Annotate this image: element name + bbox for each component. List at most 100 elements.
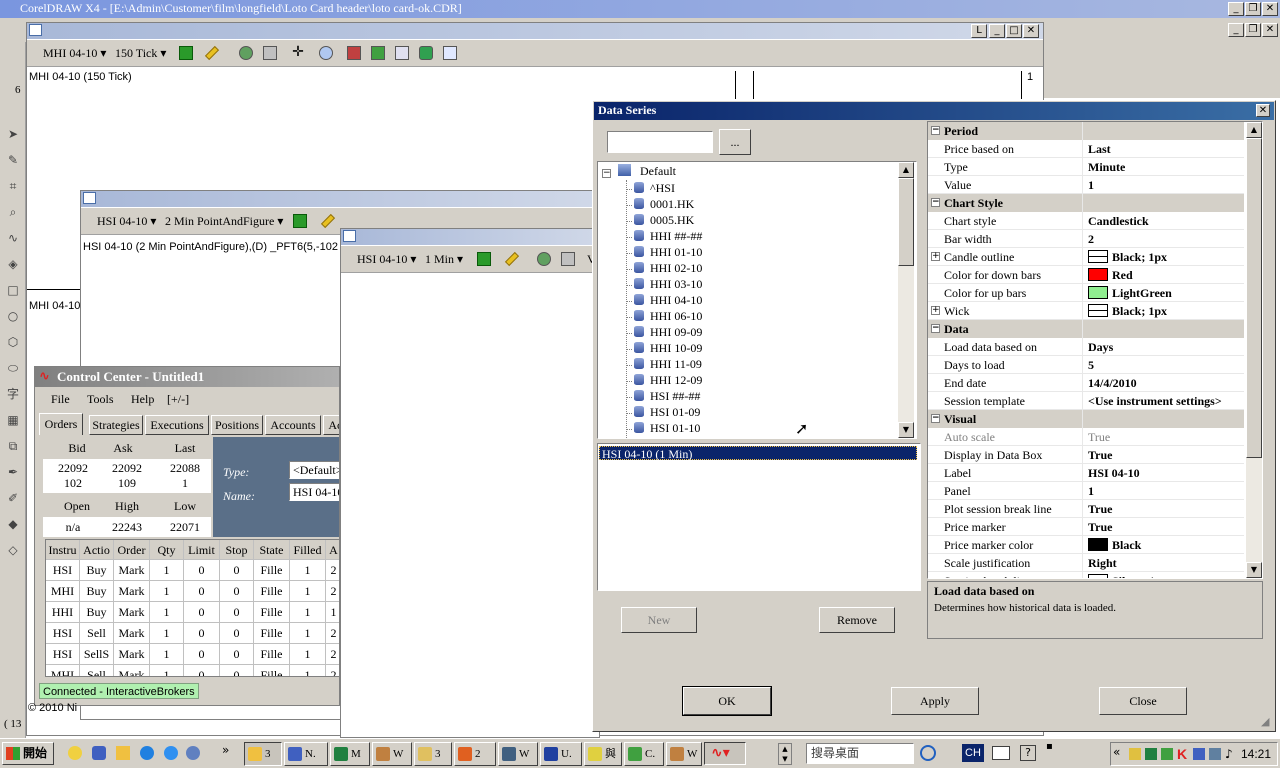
taskbar-button[interactable]: 2 (454, 742, 496, 766)
orders-column-header[interactable]: Instru (46, 540, 80, 560)
doc-restore-button[interactable]: ❐ (1245, 23, 1261, 37)
window-linking-icon[interactable] (443, 46, 457, 60)
new-button[interactable]: New (621, 607, 697, 633)
property-row[interactable]: Session template <Use instrument settings… (928, 392, 1244, 410)
orders-cell[interactable]: 1 (290, 560, 326, 581)
taskbar-button[interactable]: M (330, 742, 370, 766)
menu-expand[interactable]: [+/-] (167, 392, 189, 407)
corel-restore-button[interactable]: ❐ (1245, 2, 1261, 16)
property-row[interactable]: Label HSI 04-10 (928, 464, 1244, 482)
shape-tool-icon[interactable]: ✎ (5, 152, 21, 168)
table-tool-icon[interactable]: ▦ (5, 412, 21, 428)
tree-scroll-thumb[interactable] (898, 178, 914, 266)
chart-main-maximize-button[interactable]: □ (1006, 24, 1022, 38)
orders-cell[interactable]: 0 (184, 644, 220, 665)
outline-tool-icon[interactable]: ✐ (5, 490, 21, 506)
taskbar-button[interactable]: 與 (584, 742, 622, 766)
orders-cell[interactable]: Fille (254, 623, 290, 644)
property-row[interactable]: Price marker color Black (928, 536, 1244, 554)
property-row[interactable]: Panel 1 (928, 482, 1244, 500)
language-indicator[interactable]: CH (962, 744, 984, 762)
chart-second-instrument-selector[interactable]: HSI 04-10 ▾ (97, 209, 156, 233)
start-button[interactable]: 開始 (2, 742, 54, 765)
tree-item[interactable]: HHI 03-10 (626, 276, 702, 292)
property-scrollbar[interactable]: ▲ ▼ (1246, 122, 1262, 578)
property-row[interactable]: + Wick Black; 1px (928, 302, 1244, 320)
pick-tool-icon[interactable]: ➤ (5, 126, 21, 142)
doc-minimize-button[interactable]: _ (1228, 23, 1244, 37)
property-row[interactable]: Plot session break line True (928, 500, 1244, 518)
tab-executions[interactable]: Executions (145, 415, 209, 435)
chart-trader-icon[interactable] (395, 46, 409, 60)
taskbar-button[interactable]: C. (624, 742, 664, 766)
taskbar-button[interactable]: W (498, 742, 538, 766)
chart-main-minimize-button[interactable]: _ (989, 24, 1005, 38)
tree-item[interactable]: HSI 01-09 (626, 404, 700, 420)
tree-item[interactable]: ^HSI (626, 180, 675, 196)
orders-cell[interactable]: 1 (150, 560, 184, 581)
orders-cell[interactable]: 1 (150, 602, 184, 623)
tree-item[interactable]: HSI 01-10 (626, 420, 700, 436)
orders-column-header[interactable]: Limit (184, 540, 220, 560)
dimension-tool-icon[interactable]: ⧉ (5, 438, 21, 454)
orders-cell[interactable]: 0 (184, 665, 220, 676)
tree-root-row[interactable]: − Default (602, 164, 676, 180)
orders-cell[interactable]: Mark (114, 644, 150, 665)
pencil-icon[interactable] (204, 45, 220, 61)
orders-cell[interactable]: Fille (254, 644, 290, 665)
chart-second-pencil-icon[interactable] (320, 213, 336, 229)
property-row[interactable]: Value 1 (928, 176, 1244, 194)
orders-cell[interactable]: SellS (80, 644, 114, 665)
resize-grip-icon[interactable]: ◢ (1261, 715, 1269, 728)
crosshair-icon[interactable]: ✛ (291, 46, 305, 60)
crop-tool-icon[interactable]: ⌗ (5, 178, 21, 194)
tree-item[interactable]: HHI 11-09 (626, 356, 702, 372)
orders-cell[interactable]: Mark (114, 581, 150, 602)
orders-column-header[interactable]: Stop (220, 540, 254, 560)
tree-item[interactable]: 0001.HK (626, 196, 694, 212)
orders-cell[interactable]: Sell (80, 623, 114, 644)
property-scroll-down-icon[interactable]: ▼ (1246, 562, 1262, 578)
menu-file[interactable]: File (51, 392, 70, 407)
orders-cell[interactable]: Buy (80, 581, 114, 602)
property-category[interactable]: − Period (928, 122, 1244, 140)
taskbar-spinner[interactable]: ▲ ▼ (778, 743, 792, 765)
active-task-button[interactable]: ∿▾ (704, 742, 746, 765)
tab-orders[interactable]: Orders (39, 413, 83, 435)
orders-column-header[interactable]: Filled (290, 540, 326, 560)
property-row[interactable]: Price based on Last (928, 140, 1244, 158)
quicklaunch-explorer-icon[interactable] (68, 746, 82, 760)
eyedropper-tool-icon[interactable]: ✒ (5, 464, 21, 480)
orders-cell[interactable]: Mark (114, 623, 150, 644)
orders-cell[interactable]: Mark (114, 560, 150, 581)
corel-minimize-button[interactable]: _ (1228, 2, 1244, 16)
chart-style-icon[interactable] (179, 46, 193, 60)
taskbar-button[interactable]: U. (540, 742, 582, 766)
tree-scroll-down-icon[interactable]: ▼ (898, 422, 914, 438)
orders-cell[interactable]: 1 (150, 581, 184, 602)
orders-column-header[interactable]: Qty (150, 540, 184, 560)
chart-third-add-indicator-icon[interactable] (537, 252, 551, 266)
property-row[interactable]: Scale justification Right (928, 554, 1244, 572)
property-row[interactable]: Auto scale True (928, 428, 1244, 446)
property-row[interactable]: Days to load 5 (928, 356, 1244, 374)
orders-cell[interactable]: 0 (220, 665, 254, 676)
orders-cell[interactable]: 1 (150, 623, 184, 644)
orders-cell[interactable]: 1 (150, 665, 184, 676)
desktop-search-input[interactable]: 搜尋桌面 (806, 743, 914, 764)
quicklaunch-more-icon[interactable]: » (222, 743, 229, 757)
tray-icon-5[interactable] (1193, 748, 1205, 760)
tree-scrollbar[interactable]: ▲ ▼ (898, 162, 914, 438)
orders-cell[interactable]: 1 (290, 623, 326, 644)
interactive-fill-icon[interactable]: ◇ (5, 542, 21, 558)
tree-item[interactable]: HSI 02-10 (632, 436, 700, 438)
orders-cell[interactable]: 1 (290, 581, 326, 602)
close-button[interactable]: Close (1099, 687, 1187, 715)
property-category[interactable]: − Data (928, 320, 1244, 338)
orders-cell[interactable]: 0 (220, 560, 254, 581)
orders-cell[interactable]: HSI (46, 560, 80, 581)
tree-item[interactable]: 0005.HK (626, 212, 694, 228)
selected-series-item[interactable]: HSI 04-10 (1 Min) (599, 446, 917, 461)
orders-cell[interactable]: 0 (184, 602, 220, 623)
instrument-selector[interactable]: MHI 04-10 ▾ (43, 41, 106, 65)
